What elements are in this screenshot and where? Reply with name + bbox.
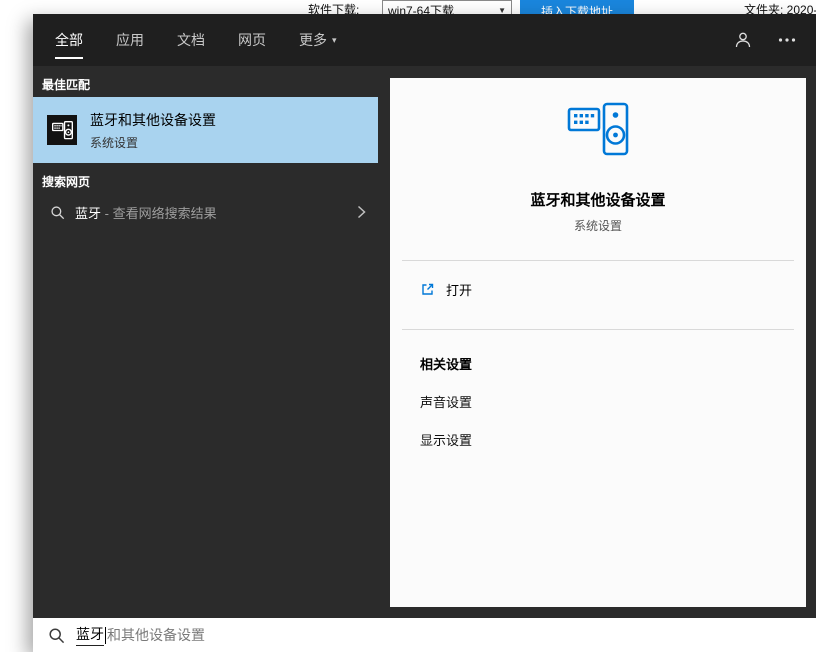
tab-apps[interactable]: 应用: [116, 14, 144, 66]
best-match-header: 最佳匹配: [33, 66, 378, 97]
tab-web[interactable]: 网页: [238, 14, 266, 66]
search-input[interactable]: 蓝牙 和其他设备设置: [33, 618, 816, 652]
best-match-text: 蓝牙和其他设备设置 系统设置: [90, 110, 216, 151]
web-suffix-text: - 查看网络搜索结果: [101, 203, 217, 222]
tab-all[interactable]: 全部: [55, 14, 83, 66]
tabbar-actions: [734, 14, 796, 66]
search-icon: [48, 627, 65, 644]
bluetooth-settings-icon: [47, 115, 77, 145]
search-filter-tabs: 全部 应用 文档 网页 更多 ▾: [33, 14, 816, 66]
more-options-icon[interactable]: [778, 37, 796, 43]
inline-suggestion: 和其他设备设置: [107, 625, 205, 645]
results-list: 最佳匹配 蓝牙和其他设备设置 系统设置: [33, 66, 378, 230]
chevron-down-icon: ▾: [332, 35, 337, 46]
bluetooth-devices-icon: [567, 102, 629, 163]
chevron-right-icon: [357, 205, 366, 219]
typed-query: 蓝牙: [76, 624, 104, 646]
open-action[interactable]: 打开: [390, 261, 806, 303]
best-match-result[interactable]: 蓝牙和其他设备设置 系统设置: [33, 97, 378, 163]
search-flyout-window: 全部 应用 文档 网页 更多 ▾: [33, 14, 816, 652]
web-search-result[interactable]: 蓝牙 - 查看网络搜索结果: [33, 194, 378, 230]
text-caret: [105, 627, 106, 644]
search-results-area: 最佳匹配 蓝牙和其他设备设置 系统设置: [33, 66, 816, 618]
tab-all-label: 全部: [55, 30, 83, 50]
user-account-icon[interactable]: [734, 31, 752, 49]
best-match-title: 蓝牙和其他设备设置: [90, 110, 216, 130]
preview-subtitle: 系统设置: [574, 217, 622, 234]
preview-panel: 蓝牙和其他设备设置 系统设置 打开 相关设置 声音设置 显示设置: [390, 78, 806, 607]
divider: [402, 329, 794, 330]
tab-documents[interactable]: 文档: [177, 14, 205, 66]
tab-more[interactable]: 更多 ▾: [299, 14, 337, 66]
tab-apps-label: 应用: [116, 30, 144, 50]
related-display-settings[interactable]: 显示设置: [390, 430, 472, 449]
tab-documents-label: 文档: [177, 30, 205, 50]
best-match-subtitle: 系统设置: [90, 134, 216, 151]
open-icon: [420, 282, 435, 297]
open-label: 打开: [446, 280, 472, 299]
web-search-header: 搜索网页: [33, 163, 378, 194]
tab-more-label: 更多: [299, 30, 327, 50]
search-icon: [50, 205, 65, 220]
tab-web-label: 网页: [238, 30, 266, 50]
web-query-text: 蓝牙: [75, 203, 101, 222]
preview-title: 蓝牙和其他设备设置: [530, 189, 665, 210]
related-sound-settings[interactable]: 声音设置: [390, 392, 472, 411]
related-settings-header: 相关设置: [390, 354, 472, 373]
